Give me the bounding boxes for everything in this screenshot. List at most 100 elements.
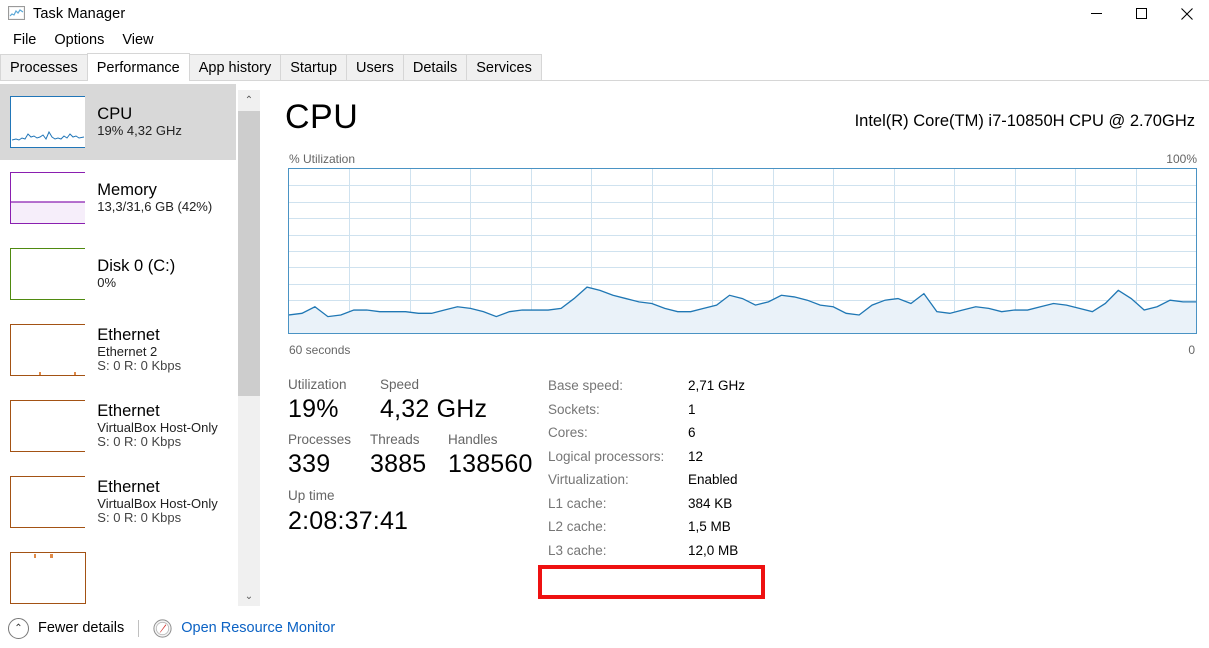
sidebar-item-memory-title: Memory — [97, 181, 157, 200]
tab-details[interactable]: Details — [402, 54, 468, 81]
detail-sockets: Sockets: 1 — [548, 402, 878, 426]
tab-app-history[interactable]: App history — [188, 54, 282, 81]
cpu-model-label: Intel(R) Core(TM) i7-10850H CPU @ 2.70GH… — [854, 112, 1195, 130]
sidebar-item-cpu[interactable]: CPU 19% 4,32 GHz — [0, 84, 236, 160]
stat-processes-label: Processes — [288, 431, 352, 447]
detail-base-speed-label: Base speed: — [548, 378, 624, 393]
chart-y-max-label: 100% — [1166, 152, 1197, 166]
sidebar-item-ethernet-4[interactable] — [0, 540, 236, 606]
stat-threads-label: Threads — [370, 431, 420, 447]
minimize-button[interactable] — [1074, 0, 1119, 27]
sidebar-item-ethernet-1[interactable]: Ethernet Ethernet 2 S: 0 R: 0 Kbps — [0, 312, 236, 388]
ethernet-2-thumbnail-graph — [10, 400, 86, 452]
stat-uptime-value: 2:08:37:41 — [288, 506, 409, 535]
tab-list: Processes Performance App history Startu… — [0, 53, 1209, 81]
detail-cores: Cores: 6 — [548, 425, 878, 449]
stats-row-3: Up time 2:08:37:41 — [288, 487, 548, 536]
disk-thumbnail-graph — [10, 248, 86, 300]
detail-virtualization: Virtualization: Enabled — [548, 472, 878, 496]
sidebar-item-disk[interactable]: Disk 0 (C:) 0% — [0, 236, 236, 312]
stat-uptime: Up time 2:08:37:41 — [288, 487, 408, 536]
sidebar-item-ethernet-3-title: Ethernet — [97, 478, 160, 497]
stat-speed-value: 4,32 GHz — [380, 395, 488, 424]
detail-l3-cache-label: L3 cache: — [548, 542, 607, 558]
window-controls — [1074, 0, 1209, 27]
detail-logical-processors: Logical processors: 12 — [548, 449, 878, 473]
sidebar-item-memory-sub: 13,3/31,6 GB (42%) — [97, 198, 213, 214]
sidebar-item-cpu-sub: 19% 4,32 GHz — [97, 122, 182, 138]
detail-logical-processors-label: Logical processors: — [548, 448, 665, 464]
detail-sockets-label: Sockets: — [548, 401, 600, 417]
tab-strip: Processes Performance App history Startu… — [0, 53, 1209, 81]
cpu-primary-stats: Utilization 19% Speed 4,32 GHz Processes… — [288, 376, 548, 536]
stat-speed: Speed 4,32 GHz — [380, 376, 487, 425]
menu-item-options[interactable]: Options — [46, 30, 112, 50]
tab-startup[interactable]: Startup — [280, 54, 348, 81]
close-button[interactable] — [1164, 0, 1209, 27]
resource-monitor-icon — [153, 618, 172, 638]
sidebar-scrollbar[interactable]: ⌃ ⌄ — [238, 90, 260, 606]
title-bar-left: Task Manager — [8, 0, 125, 27]
menu-item-view[interactable]: View — [114, 30, 161, 50]
sidebar-item-ethernet-1-title: Ethernet — [97, 326, 160, 345]
detail-cores-label: Cores: — [548, 425, 588, 440]
detail-l1-cache-value: 384 KB — [688, 495, 733, 511]
chart-y-axis-label: % Utilization — [289, 152, 356, 166]
detail-l1-cache: L1 cache: 384 KB — [548, 496, 878, 520]
detail-base-speed-value: 2,71 GHz — [688, 378, 746, 393]
scroll-up-icon[interactable]: ⌃ — [238, 90, 260, 110]
stat-utilization-value: 19% — [288, 395, 339, 424]
detail-l3-cache: L3 cache: 12,0 MB — [548, 543, 878, 567]
detail-virtualization-label: Virtualization: — [548, 472, 629, 487]
sidebar-item-memory[interactable]: Memory 13,3/31,6 GB (42%) — [0, 160, 236, 236]
tab-services[interactable]: Services — [466, 54, 542, 81]
scrollbar-thumb[interactable] — [238, 111, 260, 396]
sidebar-item-ethernet-3-sub2: S: 0 R: 0 Kbps — [97, 510, 182, 526]
detail-l2-cache-label: L2 cache: — [548, 519, 607, 534]
cpu-utilization-chart[interactable]: % Utilization 100% 60 seconds 0 — [288, 152, 1197, 357]
sidebar-item-ethernet-1-sub: Ethernet 2 — [97, 343, 158, 359]
tab-users[interactable]: Users — [346, 54, 404, 81]
sidebar-item-ethernet-3-text: Ethernet VirtualBox Host-Only S: 0 R: 0 … — [97, 478, 236, 526]
resource-sidebar: CPU 19% 4,32 GHz Memory 13,3/31,6 GB (42… — [0, 84, 236, 606]
maximize-button[interactable] — [1119, 0, 1164, 27]
sidebar-item-ethernet-1-sub2: S: 0 R: 0 Kbps — [97, 358, 182, 374]
detail-l2-cache-value: 1,5 MB — [688, 519, 731, 534]
fewer-details-button[interactable]: Fewer details — [38, 620, 124, 636]
memory-thumbnail-graph — [10, 172, 86, 224]
sidebar-item-ethernet-3[interactable]: Ethernet VirtualBox Host-Only S: 0 R: 0 … — [0, 464, 236, 540]
stat-handles-value: 138560 — [448, 449, 533, 478]
sidebar-item-disk-text: Disk 0 (C:) 0% — [97, 257, 236, 290]
stat-threads-value: 3885 — [370, 449, 427, 478]
stat-uptime-label: Up time — [288, 488, 335, 504]
stat-processes: Processes 339 — [288, 431, 370, 480]
sidebar-item-ethernet-2[interactable]: Ethernet VirtualBox Host-Only S: 0 R: 0 … — [0, 388, 236, 464]
open-resource-monitor-link[interactable]: Open Resource Monitor — [181, 620, 335, 636]
ethernet-3-thumbnail-graph — [10, 476, 86, 528]
sidebar-item-ethernet-1-text: Ethernet Ethernet 2 S: 0 R: 0 Kbps — [97, 326, 236, 374]
status-bar-divider — [138, 619, 140, 637]
stat-threads: Threads 3885 — [370, 431, 448, 480]
menu-item-file[interactable]: File — [5, 30, 44, 50]
task-manager-icon — [8, 6, 25, 21]
sidebar-item-ethernet-2-sub: VirtualBox Host-Only — [97, 419, 218, 435]
stats-row-2: Processes 339 Threads 3885 Handles 13856… — [288, 431, 548, 480]
detail-base-speed: Base speed: 2,71 GHz — [548, 378, 878, 402]
tab-processes[interactable]: Processes — [0, 54, 88, 81]
detail-l2-cache: L2 cache: 1,5 MB — [548, 519, 878, 543]
detail-logical-processors-value: 12 — [688, 448, 704, 464]
fewer-details-chevron-icon[interactable]: ⌃ — [8, 617, 29, 639]
scroll-down-icon[interactable]: ⌄ — [238, 586, 260, 606]
tab-performance[interactable]: Performance — [86, 53, 190, 81]
chart-x-end-label: 0 — [1188, 343, 1195, 357]
stat-processes-value: 339 — [288, 449, 331, 478]
detail-sockets-value: 1 — [688, 401, 696, 417]
cpu-stats: Utilization 19% Speed 4,32 GHz Processes… — [265, 376, 1209, 599]
detail-cores-value: 6 — [688, 425, 696, 440]
chart-x-axis-label: 60 seconds — [289, 343, 351, 357]
sidebar-item-ethernet-2-text: Ethernet VirtualBox Host-Only S: 0 R: 0 … — [97, 402, 236, 450]
sidebar-item-ethernet-3-sub: VirtualBox Host-Only — [97, 495, 218, 511]
cpu-thumbnail-graph — [10, 96, 86, 148]
sidebar-item-cpu-title: CPU — [97, 105, 133, 124]
stat-utilization: Utilization 19% — [288, 376, 380, 425]
